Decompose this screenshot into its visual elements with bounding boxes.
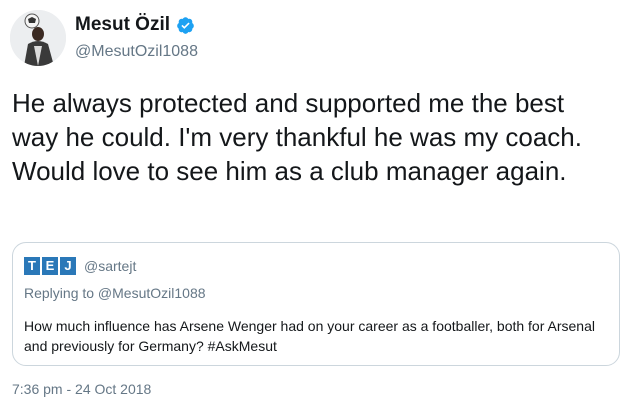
verified-badge-icon — [177, 16, 194, 34]
tej-logo-letter: E — [42, 257, 58, 275]
tweet-card: Mesut Özil @MesutOzil1088 He always prot… — [0, 0, 634, 405]
tej-logo-letter: J — [60, 257, 76, 275]
quoted-handle[interactable]: @sartejt — [84, 258, 136, 274]
profile-photo-icon — [10, 10, 66, 66]
tweet-text: He always protected and supported me the… — [12, 88, 582, 186]
replying-to-line: Replying to @MesutOzil1088 — [24, 285, 206, 301]
author-name-row[interactable]: Mesut Özil — [75, 14, 195, 36]
avatar[interactable] — [10, 10, 66, 66]
tej-logo: T E J — [24, 257, 76, 275]
author-handle[interactable]: @MesutOzil1088 — [75, 43, 198, 61]
tweet-timestamp[interactable]: 7:36 pm - 24 Oct 2018 — [12, 381, 151, 397]
author-display-name[interactable]: Mesut Özil — [75, 14, 170, 36]
tej-logo-letter: T — [24, 257, 40, 275]
quoted-tweet-header: T E J @sartejt — [24, 257, 136, 275]
quoted-tweet-card[interactable]: T E J @sartejt Replying to @MesutOzil108… — [12, 242, 620, 366]
quoted-tweet-text: How much influence has Arsene Wenger had… — [24, 318, 595, 354]
